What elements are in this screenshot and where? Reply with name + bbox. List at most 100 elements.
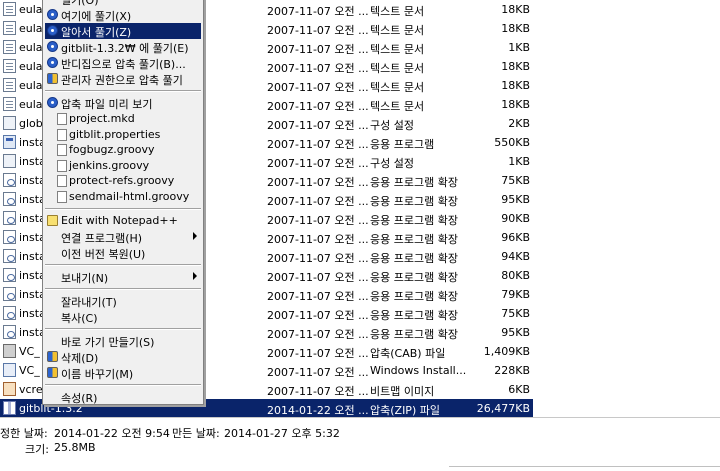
file-name: eula bbox=[19, 22, 43, 35]
menu-item[interactable]: 반디집으로 압축 풀기(B)... bbox=[45, 55, 201, 71]
document-icon bbox=[3, 59, 16, 73]
menu-separator bbox=[45, 263, 201, 266]
file-date: 2007-11-07 오전 ... bbox=[267, 271, 369, 284]
cab-icon bbox=[3, 344, 16, 358]
file-date: 2007-11-07 오전 ... bbox=[267, 5, 369, 18]
menu-item-label: 알아서 풀기(Z) bbox=[61, 26, 132, 39]
menu-separator bbox=[45, 207, 201, 210]
dll-icon bbox=[3, 268, 16, 282]
file-date: 2007-11-07 오전 ... bbox=[267, 233, 369, 246]
menu-item[interactable]: 이름 바꾸기(M) bbox=[45, 365, 201, 381]
file-date: 2007-11-07 오전 ... bbox=[267, 290, 369, 303]
file-type: 구성 설정 bbox=[370, 119, 414, 132]
dll-icon bbox=[3, 173, 16, 187]
menu-item[interactable]: 삭제(D) bbox=[45, 349, 201, 365]
menu-subitem[interactable]: protect-refs.groovy bbox=[45, 173, 201, 189]
menu-item-label: 잘라내기(T) bbox=[61, 295, 117, 309]
menu-item[interactable]: 잘라내기(T) bbox=[45, 293, 201, 309]
file-size: 75KB bbox=[501, 174, 530, 187]
menu-subitem[interactable]: fogbugz.groovy bbox=[45, 142, 201, 158]
file-size: 95KB bbox=[501, 326, 530, 339]
file-date: 2007-11-07 오전 ... bbox=[267, 157, 369, 170]
alzip-icon bbox=[47, 9, 58, 20]
document-icon bbox=[3, 97, 16, 111]
file-size: 80KB bbox=[501, 269, 530, 282]
context-menu: 열기(O) 여기에 풀기(X) 알아서 풀기(Z) gitblit-1.3.2₩ 에 … bbox=[42, 0, 204, 405]
menu-item[interactable]: 여기에 풀기(X) bbox=[45, 7, 201, 23]
menu-subitem[interactable]: project.mkd bbox=[45, 111, 201, 127]
menu-subitem[interactable]: jenkins.groovy bbox=[45, 158, 201, 174]
menu-item-label: 연결 프로그램(H) bbox=[61, 231, 143, 245]
menu-item[interactable]: 이전 버전 복원(U) bbox=[45, 245, 201, 261]
menu-item-label: sendmail-html.groovy bbox=[69, 190, 190, 203]
file-date: 2007-11-07 오전 ... bbox=[267, 119, 369, 132]
menu-item[interactable]: 열기(O) bbox=[45, 0, 201, 7]
menu-item[interactable]: gitblit-1.3.2₩ 에 풀기(E) bbox=[45, 39, 201, 55]
file-date: 2007-11-07 오전 ... bbox=[267, 366, 369, 379]
config-icon bbox=[3, 116, 16, 130]
menu-item-label: project.mkd bbox=[69, 112, 135, 125]
file-size: 90KB bbox=[501, 212, 530, 225]
created-label: 만든 날짜: bbox=[172, 427, 220, 440]
menu-item[interactable]: 압축 파일 미리 보기 bbox=[45, 95, 201, 111]
file-date: 2007-11-07 오전 ... bbox=[267, 24, 369, 37]
dll-icon bbox=[3, 211, 16, 225]
menu-subitem[interactable]: gitblit.properties bbox=[45, 127, 201, 143]
menu-subitem[interactable]: sendmail-html.groovy bbox=[45, 189, 201, 205]
file-icon bbox=[57, 191, 67, 203]
dll-icon bbox=[3, 249, 16, 263]
file-type: 응용 프로그램 확장 bbox=[370, 309, 458, 322]
document-icon bbox=[3, 40, 16, 54]
file-icon bbox=[57, 144, 67, 157]
menu-item[interactable]: 알아서 풀기(Z) bbox=[45, 23, 201, 39]
file-date: 2007-11-07 오전 ... bbox=[267, 328, 369, 341]
file-date: 2007-11-07 오전 ... bbox=[267, 195, 369, 208]
file-type: 텍스트 문서 bbox=[370, 62, 425, 75]
menu-item-label: gitblit.properties bbox=[69, 127, 161, 141]
status-divider bbox=[449, 466, 720, 467]
menu-item-label: 이름 바꾸기(M) bbox=[61, 367, 134, 381]
bitmap-icon bbox=[3, 382, 16, 396]
file-date: 2007-11-07 오전 ... bbox=[267, 138, 369, 151]
dll-icon bbox=[3, 325, 16, 339]
menu-item-label: jenkins.groovy bbox=[69, 158, 150, 172]
file-date: 2007-11-07 오전 ... bbox=[267, 252, 369, 265]
file-size: 1,409KB bbox=[483, 345, 530, 358]
file-type: 응용 프로그램 확장 bbox=[370, 290, 458, 303]
menu-item-label: 반디집으로 압축 풀기(B)... bbox=[61, 58, 186, 71]
file-size: 18KB bbox=[501, 22, 530, 35]
menu-item[interactable]: 연결 프로그램(H) bbox=[45, 229, 201, 245]
menu-item-label: 바로 가기 만들기(S) bbox=[61, 335, 155, 349]
menu-item-label: 삭제(D) bbox=[61, 351, 99, 365]
file-date: 2007-11-07 오전 ... bbox=[267, 43, 369, 56]
file-size: 550KB bbox=[494, 136, 530, 149]
shield-icon bbox=[47, 366, 58, 378]
file-name: eula bbox=[19, 3, 43, 16]
file-size: 94KB bbox=[501, 250, 530, 263]
file-name: glob bbox=[19, 117, 43, 130]
menu-item-label: Edit with Notepad++ bbox=[61, 213, 178, 227]
file-size: 228KB bbox=[494, 364, 530, 377]
submenu-arrow-icon bbox=[193, 231, 197, 240]
menu-item[interactable]: 바로 가기 만들기(S) bbox=[45, 333, 201, 349]
menu-item[interactable]: 속성(R) bbox=[45, 389, 201, 405]
menu-item[interactable]: 보내기(N) bbox=[45, 269, 201, 285]
size-value: 25.8MB bbox=[54, 441, 96, 454]
file-type: 텍스트 문서 bbox=[370, 100, 425, 113]
file-name: eula bbox=[19, 79, 43, 92]
menu-item[interactable]: 복사(C) bbox=[45, 309, 201, 325]
file-type: 응용 프로그램 확장 bbox=[370, 214, 458, 227]
file-size: 18KB bbox=[501, 98, 530, 111]
file-size: 79KB bbox=[501, 288, 530, 301]
menu-item-label: 복사(C) bbox=[61, 311, 98, 325]
menu-item-label: 보내기(N) bbox=[61, 271, 109, 285]
menu-item-label: 관리자 권한으로 압축 풀기 bbox=[61, 74, 183, 87]
menu-item[interactable]: 관리자 권한으로 압축 풀기 bbox=[45, 71, 201, 87]
alzip-icon bbox=[47, 57, 58, 68]
file-name: eula bbox=[19, 60, 43, 73]
menu-separator bbox=[45, 383, 201, 386]
file-date: 2007-11-07 오전 ... bbox=[267, 214, 369, 227]
dll-icon bbox=[3, 287, 16, 301]
menu-item[interactable]: Edit with Notepad++ bbox=[45, 213, 201, 229]
file-type: 응용 프로그램 확장 bbox=[370, 328, 458, 341]
